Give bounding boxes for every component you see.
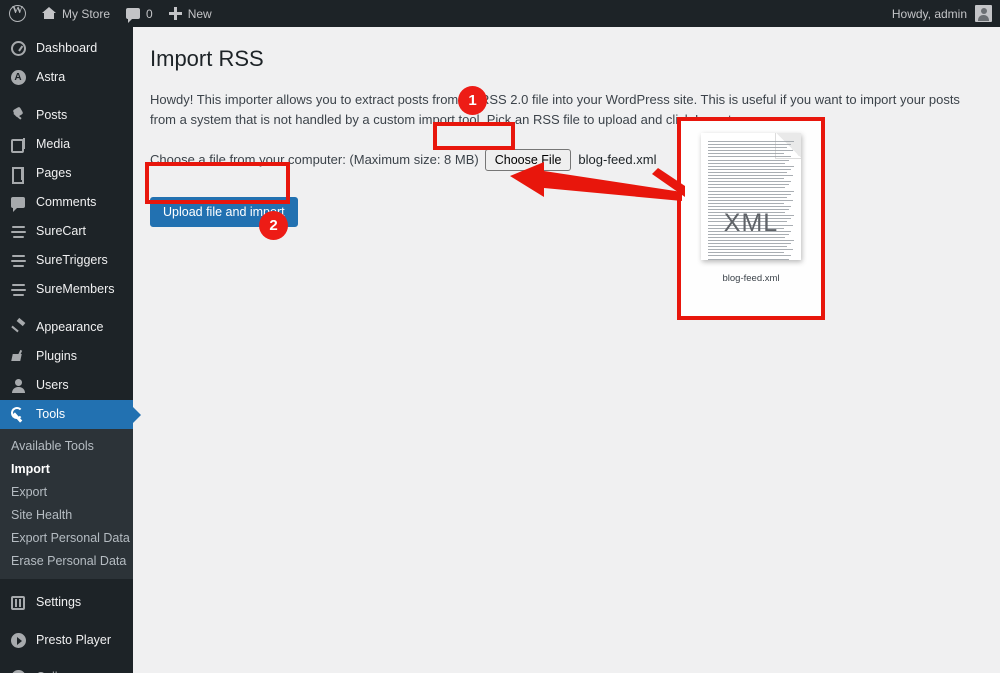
comments-count: 0: [146, 6, 153, 21]
choose-file-button[interactable]: Choose File: [484, 148, 572, 171]
pages-icon: [9, 165, 27, 184]
settings-icon: [9, 594, 27, 612]
main-content: Import RSS Howdy! This importer allows y…: [133, 27, 1000, 673]
sidebar-label-tools: Tools: [36, 407, 66, 422]
sidebar-label-pages: Pages: [36, 166, 72, 181]
sidebar-label-suremembers: SureMembers: [36, 282, 115, 297]
sidebar-item-pages[interactable]: Pages: [0, 159, 133, 188]
importer-description: Howdy! This importer allows you to extra…: [150, 91, 960, 127]
admin-sidebar: Dashboard Astra Posts Media Pages Commen…: [0, 27, 141, 673]
sidebar-label-dashboard: Dashboard: [36, 41, 98, 56]
suremembers-icon: [9, 281, 27, 299]
admin-bar: My Store 0 New Howdy, admin: [0, 0, 1000, 27]
xml-document-icon: XML: [701, 133, 801, 260]
dashboard-icon: [9, 40, 27, 58]
sidebar-item-comments[interactable]: Comments: [0, 188, 133, 217]
tools-submenu: Available Tools Import Export Site Healt…: [0, 429, 133, 579]
sidebar-label-users: Users: [36, 378, 69, 393]
sidebar-item-suremembers[interactable]: SureMembers: [0, 275, 133, 304]
page-title: Import RSS: [150, 46, 264, 71]
sidebar-label-surecart: SureCart: [36, 224, 87, 239]
wrench-icon: [9, 406, 27, 424]
brush-icon: [9, 319, 27, 337]
home-icon: [42, 7, 56, 20]
xml-file-caption: blog-feed.xml: [722, 273, 780, 284]
site-name-label: My Store: [62, 6, 111, 21]
sidebar-item-plugins[interactable]: Plugins: [0, 342, 133, 371]
sidebar-item-surecart[interactable]: SureCart: [0, 217, 133, 246]
submenu-item-available-tools[interactable]: Available Tools: [0, 434, 133, 457]
sidebar-item-dashboard[interactable]: Dashboard: [0, 34, 133, 63]
media-icon: [9, 136, 27, 154]
sidebar-item-posts[interactable]: Posts: [0, 101, 133, 130]
plus-icon: [168, 7, 182, 20]
new-content-menu[interactable]: New: [161, 0, 220, 27]
comments-menu[interactable]: 0: [118, 0, 161, 27]
submenu-item-import[interactable]: Import: [0, 457, 133, 480]
sidebar-item-media[interactable]: Media: [0, 130, 133, 159]
greeting-label: Howdy, admin: [891, 6, 967, 21]
wordpress-logo-menu[interactable]: [0, 0, 34, 27]
selected-file-name: blog-feed.xml: [578, 152, 657, 168]
astra-icon: [9, 69, 27, 87]
submenu-item-export[interactable]: Export: [0, 480, 133, 503]
submenu-item-site-health[interactable]: Site Health: [0, 503, 133, 526]
sidebar-label-plugins: Plugins: [36, 349, 77, 364]
sidebar-item-appearance[interactable]: Appearance: [0, 313, 133, 342]
sidebar-label-astra: Astra: [36, 70, 66, 85]
wordpress-logo-icon: [9, 4, 26, 22]
sidebar-label-media: Media: [36, 137, 71, 152]
wordpress-admin-screen: My Store 0 New Howdy, admin Dashboard As…: [0, 0, 1000, 673]
sidebar-label-settings: Settings: [36, 595, 82, 610]
step-badge-1: 1: [458, 86, 487, 115]
surecart-icon: [9, 223, 27, 241]
xml-type-label: XML: [723, 209, 779, 237]
file-chooser-row: Choose a file from your computer: (Maxim…: [150, 148, 980, 171]
xml-file-preview: XML blog-feed.xml: [677, 117, 825, 320]
plugin-icon: [9, 348, 27, 366]
file-chooser-label: Choose a file from your computer: (Maxim…: [150, 152, 479, 168]
new-label: New: [187, 6, 212, 21]
sidebar-item-tools[interactable]: Tools: [0, 400, 141, 429]
presto-player-icon: [9, 632, 27, 650]
sidebar-item-settings[interactable]: Settings: [0, 588, 133, 617]
sidebar-label-comments: Comments: [36, 195, 97, 210]
comment-bubble-icon: [126, 8, 141, 23]
sidebar-item-presto-player[interactable]: Presto Player: [0, 626, 133, 655]
submenu-item-erase-personal-data[interactable]: Erase Personal Data: [0, 549, 133, 572]
sidebar-label-posts: Posts: [36, 108, 68, 123]
sidebar-item-suretriggers[interactable]: SureTriggers: [0, 246, 133, 275]
site-name-menu[interactable]: My Store: [34, 0, 118, 27]
step-badge-2: 2: [259, 211, 288, 240]
collapse-menu-button[interactable]: Collapse menu: [0, 663, 133, 673]
sidebar-label-suretriggers: SureTriggers: [36, 253, 108, 268]
comment-icon: [9, 194, 27, 212]
sidebar-label-appearance: Appearance: [36, 320, 104, 335]
sidebar-item-astra[interactable]: Astra: [0, 63, 133, 92]
user-avatar-icon: [975, 5, 992, 22]
sidebar-item-users[interactable]: Users: [0, 371, 133, 400]
collapse-arrow-icon: [9, 669, 27, 673]
pin-icon: [9, 107, 27, 125]
submenu-item-export-personal-data[interactable]: Export Personal Data: [0, 526, 133, 549]
account-menu[interactable]: Howdy, admin: [884, 0, 1000, 27]
sidebar-label-presto-player: Presto Player: [36, 633, 112, 648]
user-icon: [9, 377, 27, 395]
suretriggers-icon: [9, 252, 27, 270]
